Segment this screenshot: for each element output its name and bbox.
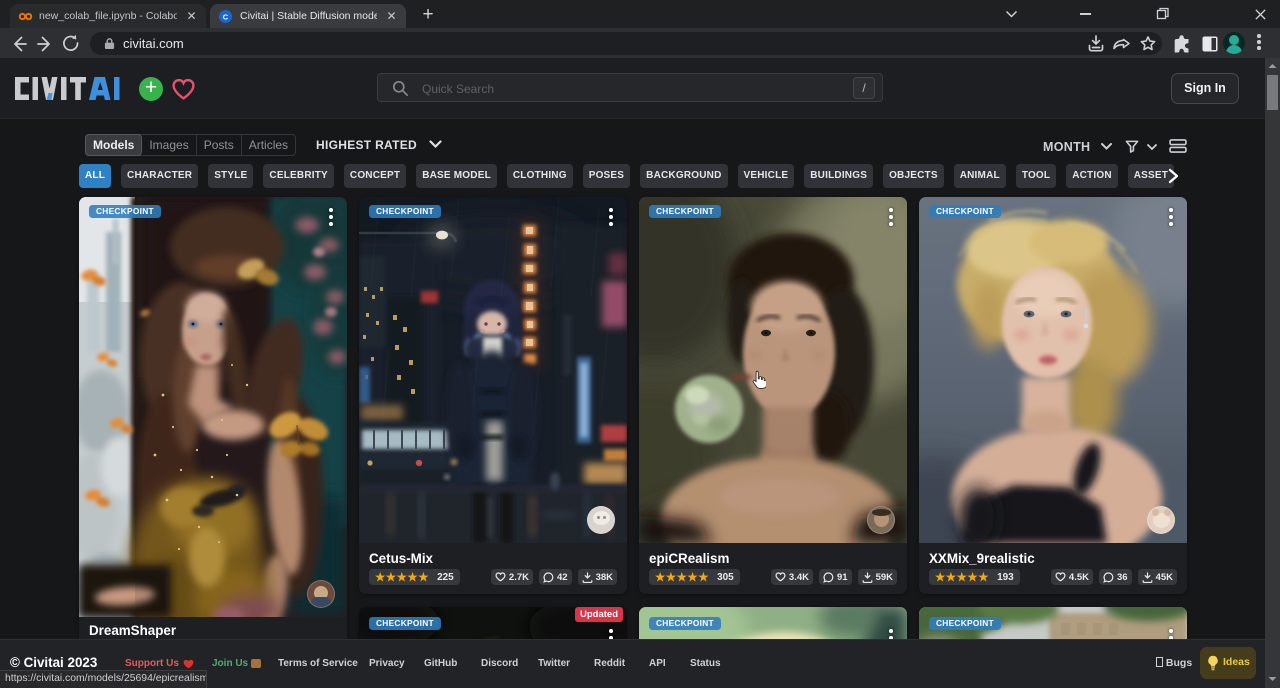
svg-text:C: C bbox=[223, 12, 229, 21]
